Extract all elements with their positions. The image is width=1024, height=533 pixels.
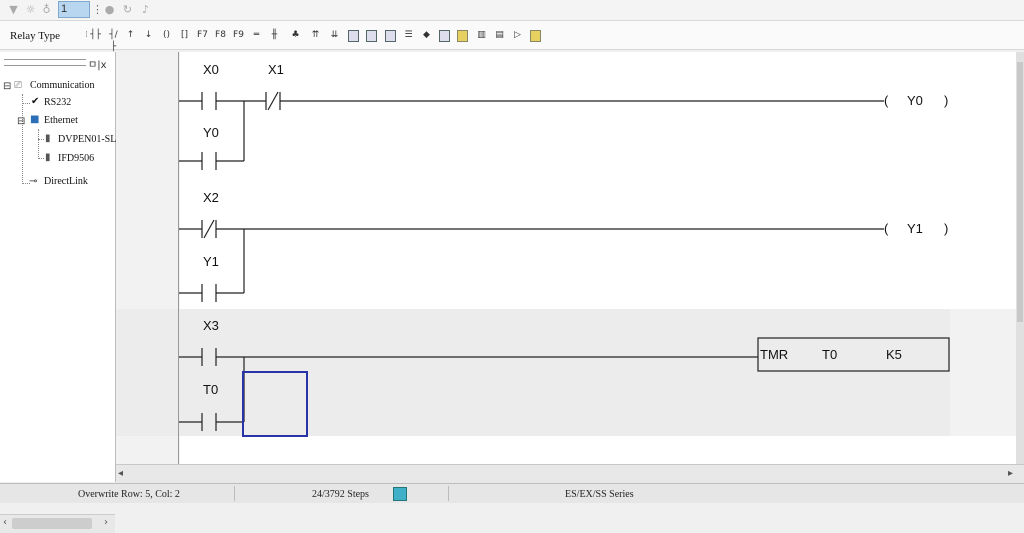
status-indicator [393,487,407,501]
io-icon[interactable]: ▥ [476,29,487,41]
horizontal-line-icon[interactable]: ═ [251,29,262,41]
panel-grip [4,59,86,66]
falling-icon[interactable]: ↓ [143,29,154,41]
coil-y0[interactable]: Y0 [907,93,923,108]
panel-hscroll[interactable]: ‹ › [0,514,115,533]
hscroll-right-icon[interactable]: ▸ [1008,468,1013,479]
panel-header: ㅁ|x [0,56,115,71]
scroll-thumb[interactable] [12,518,92,529]
station-spinner[interactable]: 1 [58,1,90,18]
register-icon[interactable] [530,30,541,42]
compile-icon[interactable]: ☰ [403,29,414,41]
plc-icon[interactable]: ▼ [8,3,19,16]
refresh-icon[interactable]: ↻ [122,3,133,16]
coil-close-y1: ) [944,221,949,236]
rising-icon[interactable]: ↑ [125,29,136,41]
ethernet-icon: ■ [30,114,40,125]
mode-label[interactable]: Relay Type [10,30,60,42]
network-icon: ⎚ [14,80,22,91]
comment-icon[interactable] [366,30,377,42]
coil-close-y0: ) [944,93,949,108]
record-icon[interactable]: ● [104,3,115,16]
contact-nc-icon[interactable]: ┤/├ [108,29,119,52]
memory-icon[interactable] [439,30,450,42]
device-icon: ▮ [45,152,51,163]
device-icon: ▮ [45,133,51,144]
down-icon[interactable]: ⇊ [329,29,340,41]
tree-ethernet[interactable]: Ethernet [44,115,78,126]
coil-y1[interactable]: Y1 [907,221,923,236]
tree-dvpen01[interactable]: DVPEN01-SL [58,134,116,145]
panel-buttons[interactable]: ㅁ|x [88,56,107,71]
label-x2[interactable]: X2 [203,190,219,205]
communication-panel: ㅁ|x ⊟ ⎚ Communication ✔ RS232 ⊟ ■ Ethern… [0,52,116,533]
scroll-left-icon[interactable]: ‹ [3,517,7,528]
wizard-icon[interactable]: ▷ [512,29,523,41]
tmr-op[interactable]: TMR [760,347,788,362]
collapse-icon[interactable]: ⊟ [17,116,25,127]
selected-rung-band-right [950,309,1016,436]
label-y0[interactable]: Y0 [203,125,219,140]
f9-icon[interactable]: F9 [233,29,244,41]
mail-icon[interactable] [457,30,468,42]
delete-line-icon[interactable]: ♣ [290,29,301,41]
spin-up-icon[interactable]: ⋮ [92,3,103,16]
status-mode: Overwrite Row: 5, Col: 2 [78,489,180,500]
diamond-icon[interactable]: ◆ [421,29,432,41]
vertical-line-icon[interactable]: ╫ [269,29,280,41]
tree-communication[interactable]: Communication [30,80,94,91]
scroll-right-icon[interactable]: › [104,517,108,528]
settings-icon[interactable]: ♁ [41,3,52,16]
coil-icon[interactable]: () [161,29,172,41]
trace-icon[interactable]: ▤ [494,29,505,41]
coil-open-y0: ( [884,93,889,108]
label-x0[interactable]: X0 [203,62,219,77]
top-toolbar: ▼ ☼ ♁ 1 ⋮ ● ↻ ♪ [0,0,1024,21]
status-series: ES/EX/SS Series [565,489,634,500]
tree-directlink[interactable]: DirectLink [44,176,88,187]
monitor-icon[interactable]: ☼ [25,3,36,16]
selected-rung-band [116,309,950,436]
tree-rs232[interactable]: RS232 [44,97,71,108]
hscroll-left-icon[interactable]: ◂ [118,468,123,479]
label-x3[interactable]: X3 [203,318,219,333]
label-t0[interactable]: T0 [203,382,218,397]
editor-vscroll[interactable] [1016,52,1024,464]
label-x1[interactable]: X1 [268,62,284,77]
left-power-rail [178,52,179,464]
tree-ifd9506[interactable]: IFD9506 [58,153,94,164]
status-bar: Overwrite Row: 5, Col: 2 24/3792 Steps E… [0,483,1024,503]
insert-icon[interactable] [348,30,359,42]
collapse-icon[interactable]: ⊟ [3,81,11,92]
vscroll-thumb[interactable] [1017,62,1023,322]
device-icon[interactable] [385,30,396,42]
tmr-arg2[interactable]: K5 [886,347,902,362]
ladder-toolbar: Relay Type ⁞ ┤├ ┤/├ ↑ ↓ () [] F7 F8 F9 ═… [0,21,1024,52]
check-icon: ✔ [31,96,40,107]
contact-no-icon[interactable]: ┤├ [90,29,101,41]
f8-icon[interactable]: F8 [215,29,226,41]
function-icon[interactable]: [] [179,29,190,41]
signal-icon[interactable]: ♪ [140,3,151,16]
label-y1[interactable]: Y1 [203,254,219,269]
editor-hscroll[interactable]: ◂ ▸ [116,464,1024,483]
tmr-arg1[interactable]: T0 [822,347,837,362]
up-icon[interactable]: ⇈ [310,29,321,41]
link-icon: ⊸ [29,176,38,187]
coil-open-y1: ( [884,221,889,236]
status-steps: 24/3792 Steps [312,489,369,500]
f7-icon[interactable]: F7 [197,29,208,41]
